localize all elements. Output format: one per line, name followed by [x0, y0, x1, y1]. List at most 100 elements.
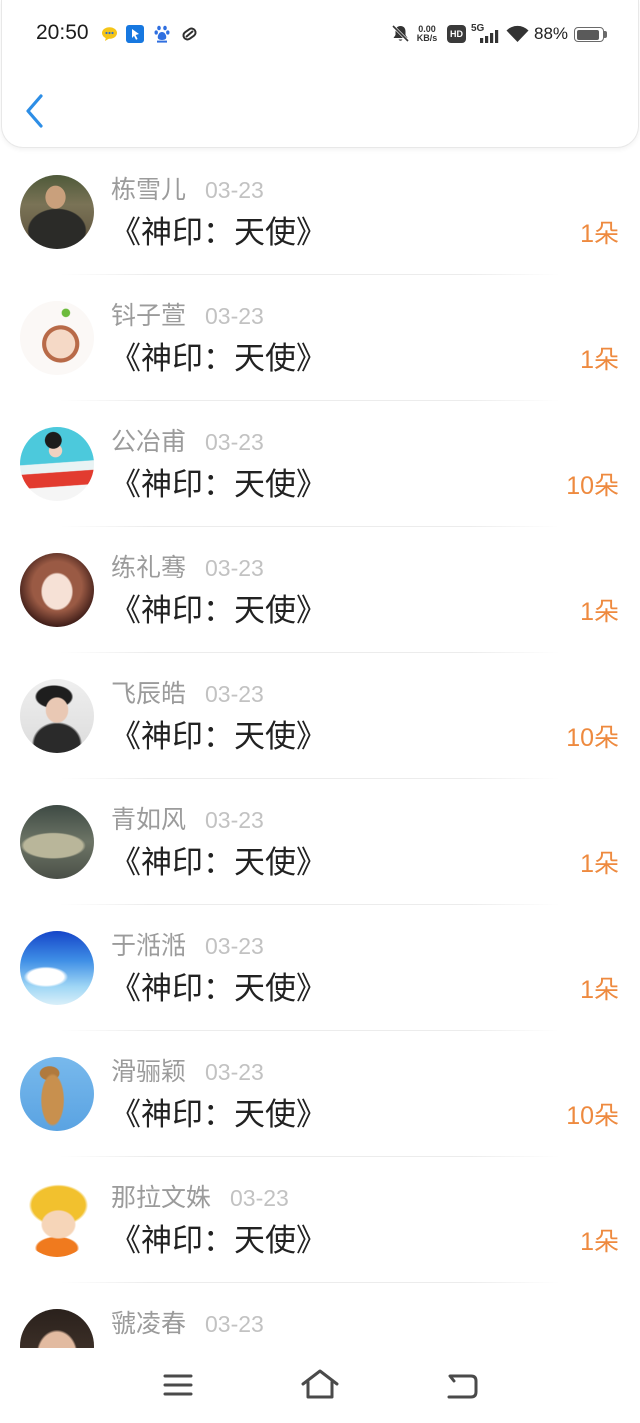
post-date: 03-23 [205, 933, 264, 959]
avatar[interactable] [20, 301, 94, 375]
list-item[interactable]: 栋雪儿 03-23 《神印：天使》 1朵 [0, 150, 640, 276]
flower-count: 10朵 [566, 724, 619, 752]
user-name: 公冶甫 [111, 428, 187, 456]
book-title: 《神印：天使》 [110, 341, 327, 376]
divider [60, 526, 560, 527]
wifi-icon [506, 25, 529, 42]
home-icon[interactable] [300, 1368, 340, 1400]
book-title: 《神印：天使》 [110, 1223, 327, 1258]
paw-icon [154, 25, 170, 43]
list-item[interactable]: 于湉湉 03-23 《神印：天使》 1朵 [0, 906, 640, 1032]
chevron-left-icon [26, 94, 43, 128]
post-date: 03-23 [205, 429, 264, 455]
divider [60, 904, 560, 905]
hd-badge: HD [447, 25, 466, 43]
post-date: 03-23 [205, 681, 264, 707]
list-item[interactable]: 公冶甫 03-23 《神印：天使》 10朵 [0, 402, 640, 528]
book-title: 《神印：天使》 [110, 593, 327, 628]
item-meta: 于湉湉 03-23 [111, 931, 264, 961]
item-meta: 公冶甫 03-23 [111, 427, 264, 457]
bell-muted-icon [391, 24, 410, 43]
item-meta: 青如风 03-23 [111, 805, 264, 835]
status-time: 20:50 [36, 21, 89, 44]
loop-icon [182, 27, 197, 41]
top-bar: 20:50 0.00 KB/s HD 5G 88% [1, 0, 639, 148]
post-date: 03-23 [205, 555, 264, 581]
user-name: 那拉文姝 [111, 1184, 212, 1212]
flower-count: 1朵 [580, 346, 619, 374]
item-meta: 练礼骞 03-23 [111, 553, 264, 583]
divider [60, 1282, 560, 1283]
flower-count: 1朵 [580, 850, 619, 878]
back-icon[interactable] [445, 1372, 479, 1400]
back-button[interactable] [17, 88, 57, 134]
avatar[interactable] [20, 1309, 94, 1348]
user-name: 栋雪儿 [111, 176, 187, 204]
flower-count: 10朵 [566, 1102, 619, 1130]
flower-count: 1朵 [580, 220, 619, 248]
flower-count: 1朵 [580, 1228, 619, 1256]
chat-bubble-icon [102, 27, 117, 41]
battery-level-fill [576, 29, 599, 40]
avatar[interactable] [20, 1057, 94, 1131]
user-name: 练礼骞 [111, 554, 187, 582]
user-name: 于湉湉 [111, 932, 187, 960]
avatar[interactable] [20, 679, 94, 753]
avatar[interactable] [20, 931, 94, 1005]
book-title: 《神印：天使》 [110, 215, 327, 250]
book-title: 《神印：天使》 [110, 719, 327, 754]
book-title: 《神印：天使》 [110, 971, 327, 1006]
avatar[interactable] [20, 1183, 94, 1257]
post-date: 03-23 [205, 1059, 264, 1085]
user-name: 青如风 [111, 806, 187, 834]
divider [60, 1030, 560, 1031]
list-item[interactable]: 青如风 03-23 《神印：天使》 1朵 [0, 780, 640, 906]
list-item[interactable]: 滑骊颖 03-23 《神印：天使》 10朵 [0, 1032, 640, 1158]
list-item[interactable]: 钭子萱 03-23 《神印：天使》 1朵 [0, 276, 640, 402]
list-item[interactable]: 飞辰皓 03-23 《神印：天使》 10朵 [0, 654, 640, 780]
menu-icon[interactable] [162, 1373, 194, 1397]
list-item[interactable]: 虢凌春 03-23 [0, 1284, 640, 1348]
net-speed: 0.00 KB/s [414, 25, 440, 43]
gift-record-list[interactable]: 栋雪儿 03-23 《神印：天使》 1朵 钭子萱 03-23 《神印：天使》 1… [0, 150, 640, 1348]
avatar[interactable] [20, 805, 94, 879]
battery-icon [574, 27, 604, 42]
post-date: 03-23 [205, 807, 264, 833]
post-date: 03-23 [205, 303, 264, 329]
divider [60, 1156, 560, 1157]
flower-count: 1朵 [580, 598, 619, 626]
system-nav-bar [0, 1348, 640, 1423]
flower-count: 1朵 [580, 976, 619, 1004]
post-date: 03-23 [230, 1185, 289, 1211]
book-title: 《神印：天使》 [110, 467, 327, 502]
book-title: 《神印：天使》 [110, 845, 327, 880]
item-meta: 飞辰皓 03-23 [111, 679, 264, 709]
flower-count: 10朵 [566, 472, 619, 500]
post-date: 03-23 [205, 1311, 264, 1337]
divider [60, 652, 560, 653]
user-name: 飞辰皓 [111, 680, 187, 708]
battery-percent: 88% [534, 24, 569, 43]
user-name: 滑骊颖 [111, 1058, 187, 1086]
item-meta: 钭子萱 03-23 [111, 301, 264, 331]
avatar[interactable] [20, 175, 94, 249]
divider [60, 274, 560, 275]
item-meta: 栋雪儿 03-23 [111, 175, 264, 205]
item-meta: 滑骊颖 03-23 [111, 1057, 264, 1087]
signal-bars-icon [480, 30, 499, 43]
avatar[interactable] [20, 427, 94, 501]
battery-nub [604, 31, 607, 38]
post-date: 03-23 [205, 177, 264, 203]
avatar[interactable] [20, 553, 94, 627]
item-meta: 那拉文姝 03-23 [111, 1183, 289, 1213]
divider [60, 400, 560, 401]
status-bar: 20:50 0.00 KB/s HD 5G 88% [2, 0, 638, 66]
user-name: 钭子萱 [111, 302, 187, 330]
list-item[interactable]: 那拉文姝 03-23 《神印：天使》 1朵 [0, 1158, 640, 1284]
cursor-app-icon [126, 25, 144, 43]
divider [60, 778, 560, 779]
page-header [2, 66, 638, 146]
user-name: 虢凌春 [111, 1310, 187, 1338]
list-item[interactable]: 练礼骞 03-23 《神印：天使》 1朵 [0, 528, 640, 654]
net-speed-unit: KB/s [416, 33, 438, 43]
